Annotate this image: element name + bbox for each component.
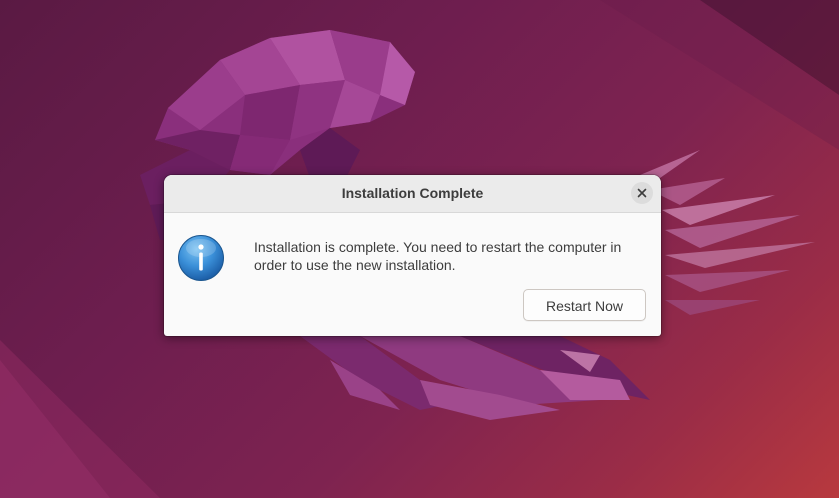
info-icon bbox=[178, 235, 224, 281]
installation-complete-dialog: Installation Complete Installation is co… bbox=[164, 175, 661, 336]
dialog-content: Installation is complete. You need to re… bbox=[164, 213, 661, 336]
dialog-titlebar: Installation Complete bbox=[164, 175, 661, 213]
restart-now-button[interactable]: Restart Now bbox=[523, 289, 646, 321]
dialog-message: Installation is complete. You need to re… bbox=[254, 239, 622, 273]
dialog-title: Installation Complete bbox=[341, 185, 484, 201]
close-icon bbox=[637, 188, 647, 198]
desktop: Installation Complete Installation is co… bbox=[0, 0, 839, 498]
close-button[interactable] bbox=[631, 182, 653, 204]
